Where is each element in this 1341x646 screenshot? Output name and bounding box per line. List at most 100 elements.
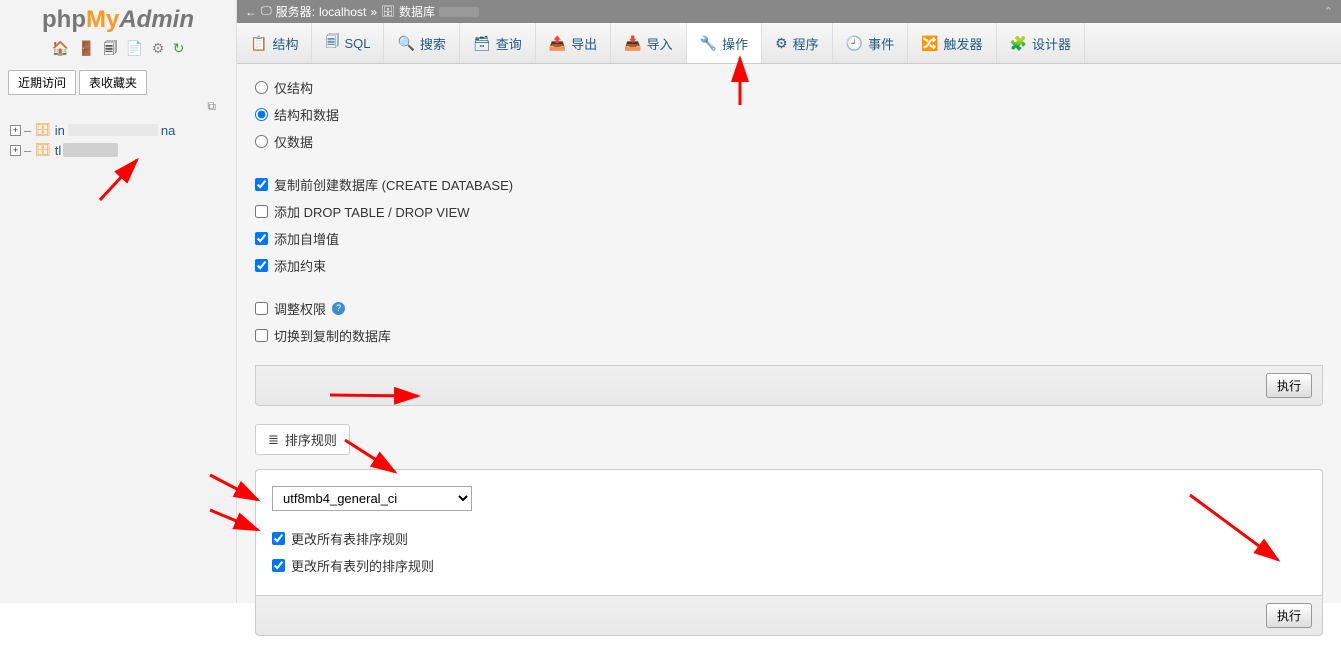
db-item-1[interactable]: + – 🗄 tl — [4, 140, 232, 160]
nav-left-icon[interactable]: ← — [245, 5, 257, 19]
toolbar-btn-5[interactable]: 📥 导入 — [611, 23, 686, 63]
toolbar-btn-0[interactable]: 📋 结构 — [237, 23, 312, 63]
db-name-0-blur — [68, 124, 158, 136]
collation-select[interactable]: utf8mb4_general_ci — [272, 486, 472, 511]
check-drop-input[interactable] — [255, 205, 268, 218]
sql-icon[interactable]: 🗐 — [103, 38, 117, 62]
toolbar-btn-9[interactable]: 🔀 触发器 — [908, 23, 996, 63]
toolbar-label-8: 事件 — [868, 34, 894, 53]
check-change-tables[interactable]: 更改所有表排序规则 — [272, 525, 1306, 552]
link-icon[interactable]: ⧉ — [0, 95, 236, 114]
radio-data-only[interactable]: 仅数据 — [255, 128, 1323, 155]
execute-button-2[interactable]: 执行 — [1266, 603, 1312, 628]
check-create-db-input[interactable] — [255, 178, 268, 191]
toolbar-label-1: SQL — [344, 36, 370, 51]
database-icon: 🗄 — [381, 5, 395, 18]
logo-admin: Admin — [119, 6, 194, 33]
check-constraints[interactable]: 添加约束 — [255, 252, 1323, 279]
toolbar-label-7: 程序 — [793, 34, 819, 53]
db-name-blur — [439, 7, 479, 17]
database-icon: 🗄 — [34, 122, 51, 138]
toolbar-label-2: 搜索 — [420, 34, 446, 53]
radio-structure-only-label: 仅结构 — [274, 78, 313, 97]
db-item-0[interactable]: + – 🗄 in na — [4, 120, 232, 140]
collation-legend-label: 排序规则 — [285, 430, 337, 449]
toolbar: 📋 结构 🗐 SQL 🔍搜索🗃查询 📤 导出 📥 导入 🔧操作 ⚙ 程序 🕘 事件 🔀 触发器 🧩 设计器 — [237, 23, 1341, 64]
radio-structure-data[interactable]: 结构和数据 — [255, 101, 1323, 128]
check-constraints-input[interactable] — [255, 259, 268, 272]
server-link[interactable]: localhost — [319, 5, 366, 19]
execute-button-1[interactable]: 执行 — [1266, 373, 1312, 398]
exit-icon[interactable]: 🚪 — [77, 40, 94, 57]
check-drop[interactable]: 添加 DROP TABLE / DROP VIEW — [255, 198, 1323, 225]
check-change-tables-input[interactable] — [272, 532, 285, 545]
refresh-icon[interactable]: ↻ — [173, 40, 185, 57]
db-name-1-selected-blur — [63, 143, 118, 157]
expand-icon[interactable]: + — [10, 145, 21, 156]
radio-data-only-input[interactable] — [255, 135, 268, 148]
radio-structure-data-label: 结构和数据 — [274, 105, 339, 124]
bc-sep: » — [370, 5, 377, 19]
toolbar-btn-3[interactable]: 🗃查询 — [460, 23, 536, 63]
toolbar-label-5: 导入 — [647, 34, 673, 53]
tab-favorites[interactable]: 表收藏夹 — [79, 70, 147, 95]
toolbar-btn-2[interactable]: 🔍搜索 — [384, 23, 459, 63]
help-icon[interactable]: ? — [332, 302, 345, 315]
toolbar-icon-0: 📋 — [250, 35, 267, 52]
copy-options-1: 复制前创建数据库 (CREATE DATABASE) 添加 DROP TABLE… — [255, 171, 1323, 279]
toolbar-label-3: 查询 — [496, 34, 522, 53]
check-switch-db-label: 切换到复制的数据库 — [274, 326, 391, 345]
toolbar-btn-4[interactable]: 📤 导出 — [536, 23, 611, 63]
toolbar-icon-4: 📤 — [549, 35, 566, 52]
toolbar-icon-8: 🕘 — [846, 35, 863, 52]
toolbar-icon-1: 🗐 — [325, 31, 339, 55]
logo[interactable]: phpMyAdmin — [0, 0, 236, 36]
radio-structure-only-input[interactable] — [255, 81, 268, 94]
radio-structure-data-input[interactable] — [255, 108, 268, 121]
collapse-icon[interactable]: ⌃ — [1324, 5, 1333, 18]
sidebar-tabs: 近期访问 表收藏夹 — [8, 70, 228, 95]
doc-icon[interactable]: 📄 — [126, 40, 143, 57]
toolbar-btn-1[interactable]: 🗐 SQL — [312, 23, 384, 63]
toolbar-label-9: 触发器 — [944, 34, 983, 53]
toolbar-label-4: 导出 — [571, 34, 597, 53]
toolbar-label-6: 操作 — [722, 34, 748, 53]
check-auto-inc-input[interactable] — [255, 232, 268, 245]
toolbar-icon-9: 🔀 — [921, 35, 938, 52]
toolbar-btn-10[interactable]: 🧩 设计器 — [997, 23, 1085, 63]
collation-body: utf8mb4_general_ci 更改所有表排序规则 更改所有表列的排序规则 — [255, 469, 1323, 595]
check-change-columns-input[interactable] — [272, 559, 285, 572]
toolbar-icon-7: ⚙ — [775, 35, 788, 52]
check-switch-db[interactable]: 切换到复制的数据库 — [255, 322, 1323, 349]
check-change-tables-label: 更改所有表排序规则 — [291, 529, 408, 548]
expand-icon[interactable]: + — [10, 125, 21, 136]
check-create-db[interactable]: 复制前创建数据库 (CREATE DATABASE) — [255, 171, 1323, 198]
check-adjust-priv-input[interactable] — [255, 302, 268, 315]
toolbar-btn-7[interactable]: ⚙ 程序 — [762, 23, 833, 63]
check-switch-db-input[interactable] — [255, 329, 268, 342]
toolbar-label-0: 结构 — [272, 34, 298, 53]
sidebar: phpMyAdmin 🏠 🚪 🗐 📄 ⚙ ↻ 近期访问 表收藏夹 ⧉ + – 🗄… — [0, 0, 237, 603]
toolbar-btn-6[interactable]: 🔧操作 — [687, 23, 762, 63]
panel1-footer: 执行 — [255, 365, 1323, 406]
copy-options-2: 调整权限 ? 切换到复制的数据库 — [255, 295, 1323, 349]
db-name-0-suffix: na — [161, 123, 175, 138]
toolbar-icon-5: 📥 — [624, 35, 641, 52]
db-name-0-prefix: in — [55, 123, 65, 138]
toolbar-icon-10: 🧩 — [1010, 35, 1027, 52]
check-change-columns[interactable]: 更改所有表列的排序规则 — [272, 552, 1306, 579]
tab-recent[interactable]: 近期访问 — [8, 70, 76, 95]
copy-type-radios: 仅结构 结构和数据 仅数据 — [255, 74, 1323, 155]
toolbar-btn-8[interactable]: 🕘 事件 — [833, 23, 908, 63]
dash-icon: – — [24, 123, 31, 138]
gear-icon[interactable]: ⚙ — [152, 40, 165, 57]
collation-legend: ≣ 排序规则 — [255, 424, 350, 455]
home-icon[interactable]: 🏠 — [52, 40, 69, 57]
collation-panel: ≣ 排序规则 utf8mb4_general_ci 更改所有表排序规则 更改所有… — [255, 424, 1323, 636]
check-auto-inc[interactable]: 添加自增值 — [255, 225, 1323, 252]
main: ← 🖵 服务器: localhost » 🗄 数据库 ⌃ 📋结构🗐SQL🔍搜索🗃… — [237, 0, 1341, 603]
toolbar-label-10: 设计器 — [1032, 34, 1071, 53]
check-adjust-priv[interactable]: 调整权限 ? — [255, 295, 1323, 322]
radio-structure-only[interactable]: 仅结构 — [255, 74, 1323, 101]
check-drop-label: 添加 DROP TABLE / DROP VIEW — [274, 202, 470, 221]
